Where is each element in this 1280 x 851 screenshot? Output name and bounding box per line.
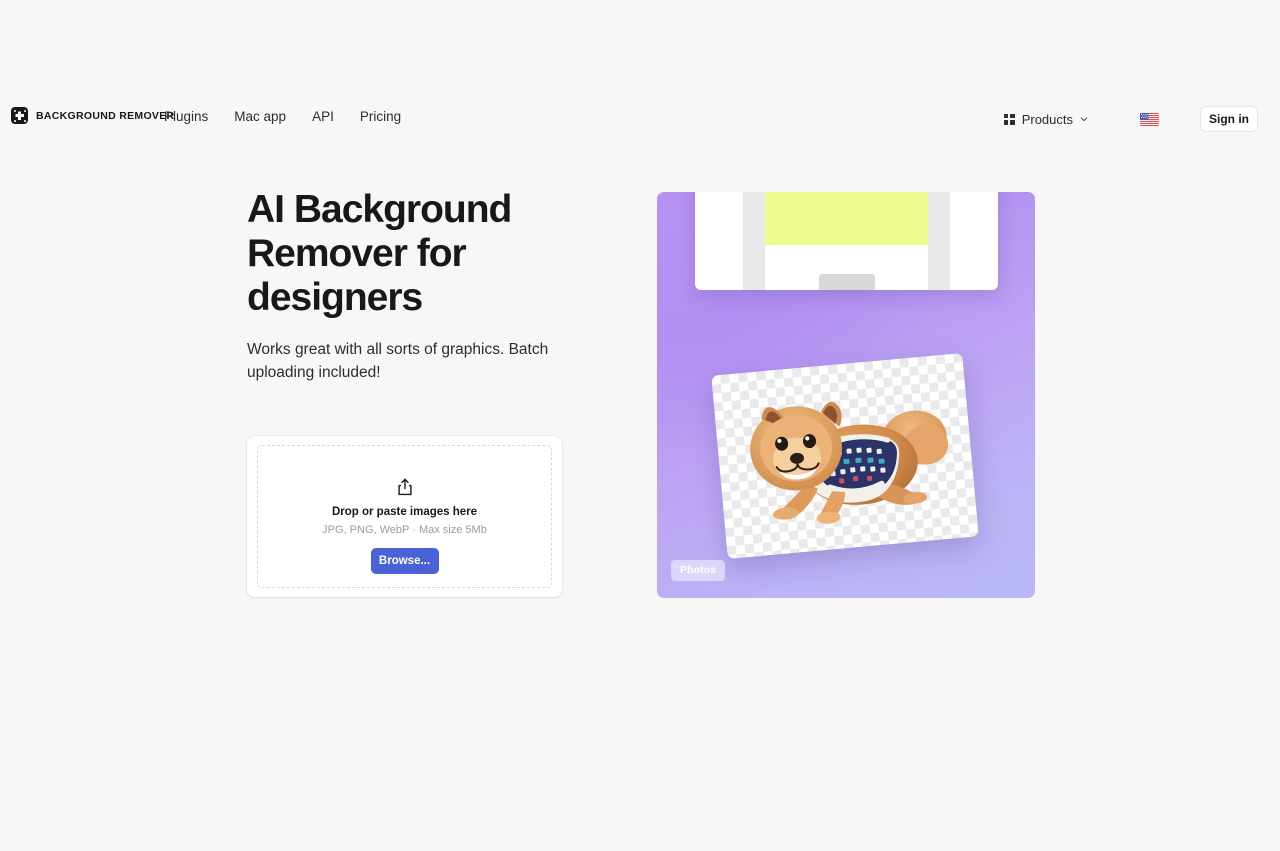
nav-item-pricing[interactable]: Pricing [360, 109, 401, 124]
sign-in-button[interactable]: Sign in [1200, 106, 1258, 132]
chevron-down-icon [1080, 117, 1088, 122]
background-remover-logo-icon [11, 107, 28, 124]
nav-item-api[interactable]: API [312, 109, 334, 124]
transparent-photo-card [711, 352, 979, 560]
nav-item-plugins[interactable]: Plugins [164, 109, 208, 124]
dog-cutout-image [750, 401, 949, 524]
site-header: BACKGROUND REMOVER Plugins Mac app API P… [0, 0, 1280, 140]
hero-preview: Photos [657, 192, 1035, 598]
primary-nav: Plugins Mac app API Pricing [164, 109, 401, 124]
products-menu-button[interactable]: Products [1003, 111, 1088, 127]
dropzone-formats: JPG, PNG, WebP · Max size 5Mb [322, 524, 487, 536]
preview-rail-right [928, 192, 950, 290]
preview-app-window [695, 192, 998, 290]
hero-copy: AI Background Remover for designers Work… [247, 188, 577, 384]
preview-rail-left [743, 192, 765, 290]
brand-logo-link[interactable]: BACKGROUND REMOVER [11, 107, 174, 124]
hero-subtitle: Works great with all sorts of graphics. … [247, 341, 549, 381]
products-label: Products [1021, 111, 1073, 127]
photos-badge: Photos [671, 560, 726, 581]
nav-item-mac-app[interactable]: Mac app [234, 109, 286, 124]
page-title: AI Background Remover for designers [247, 188, 512, 319]
brand-name: BACKGROUND REMOVER [36, 109, 175, 122]
dropzone-title: Drop or paste images here [331, 506, 478, 518]
preview-bottom-bar [818, 274, 875, 290]
upload-dropzone[interactable]: Drop or paste images here JPG, PNG, WebP… [247, 436, 562, 597]
preview-panel [765, 192, 928, 245]
header-actions: Products Sign in [1003, 106, 1258, 132]
browse-button[interactable]: Browse... [370, 548, 439, 574]
us-flag-icon[interactable] [1140, 112, 1159, 126]
dropzone-inner: Drop or paste images here JPG, PNG, WebP… [257, 445, 552, 588]
upload-share-icon [397, 478, 412, 496]
grid-icon [1003, 113, 1015, 125]
